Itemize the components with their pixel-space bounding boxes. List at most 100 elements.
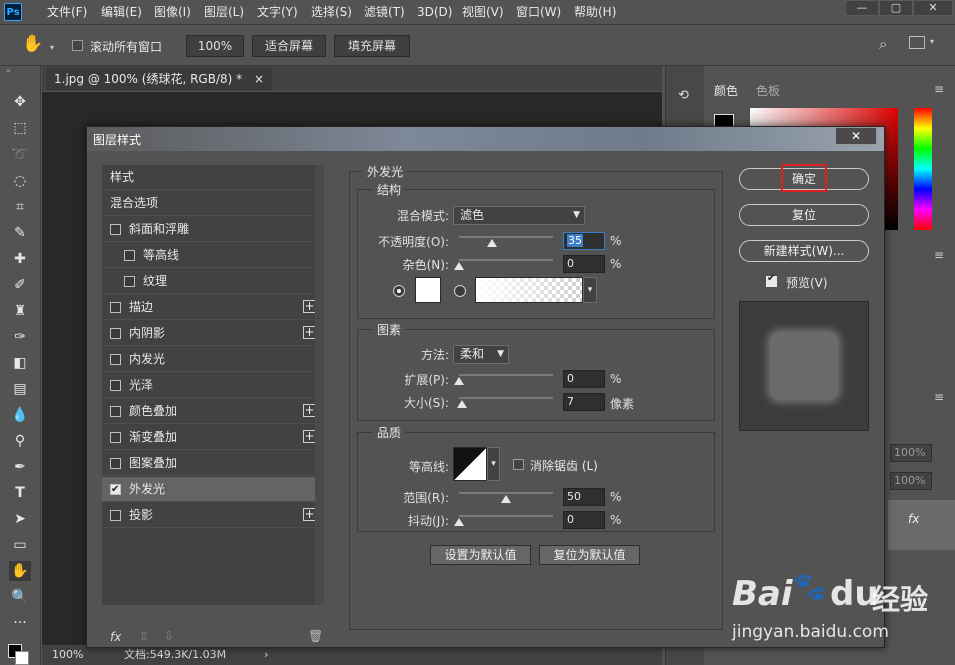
style-checkbox[interactable] — [110, 302, 121, 313]
style-checkbox[interactable] — [110, 224, 121, 235]
document-tab-close-icon[interactable]: × — [254, 72, 264, 86]
gradient-swatch[interactable] — [475, 277, 583, 303]
style-checkbox[interactable] — [110, 432, 121, 443]
blend-mode-select[interactable]: 滤色 ▼ — [453, 206, 585, 225]
style-list-item[interactable]: 混合选项 — [102, 191, 322, 216]
spread-input[interactable]: 0 — [563, 370, 605, 388]
gradient-radio[interactable] — [454, 285, 466, 297]
noise-slider[interactable] — [459, 259, 553, 261]
gradient-tool-icon[interactable]: ▤ — [9, 379, 31, 399]
style-checkbox[interactable] — [124, 276, 135, 287]
style-checkbox[interactable] — [110, 328, 121, 339]
move-up-icon[interactable]: ⇧ — [139, 629, 149, 643]
menu-view[interactable]: 视图(V) — [462, 4, 504, 20]
tool-preset-chevron-icon[interactable]: ▾ — [50, 43, 54, 52]
menu-type[interactable]: 文字(Y) — [257, 4, 298, 20]
stamp-tool-icon[interactable]: ♜ — [9, 301, 31, 321]
contour-chevron-icon[interactable]: ▾ — [487, 447, 500, 481]
add-effect-fx-icon[interactable]: fx — [110, 630, 121, 644]
menu-layer[interactable]: 图层(L) — [204, 4, 244, 20]
glow-color-swatch[interactable] — [415, 277, 441, 303]
history-panel-icon[interactable]: ⟲ — [678, 88, 689, 103]
zoom-100-button[interactable]: 100% — [186, 35, 244, 57]
opacity-input[interactable]: 35 — [563, 232, 605, 250]
style-checkbox[interactable] — [110, 458, 121, 469]
minimize-button[interactable]: — — [845, 0, 879, 16]
noise-slider-thumb[interactable] — [454, 262, 464, 270]
spread-slider-thumb[interactable] — [454, 377, 464, 385]
history-brush-tool-icon[interactable]: ✑ — [9, 327, 31, 347]
style-list-item[interactable]: 描边 + — [102, 295, 322, 320]
noise-input[interactable]: 0 — [563, 255, 605, 273]
style-list-scrollbar[interactable] — [315, 165, 324, 605]
style-list-item[interactable]: 外发光 — [102, 477, 322, 502]
menu-select[interactable]: 选择(S) — [311, 4, 352, 20]
rectangle-tool-icon[interactable]: ▭ — [9, 535, 31, 555]
layer-row-selected[interactable] — [888, 500, 955, 550]
style-checkbox[interactable] — [110, 380, 121, 391]
jitter-slider-thumb[interactable] — [454, 518, 464, 526]
zoom-tool-icon[interactable]: 🔍 — [9, 587, 31, 607]
reset-default-button[interactable]: 复位为默认值 — [539, 545, 640, 565]
style-checkbox[interactable] — [110, 510, 121, 521]
workspace-icon[interactable] — [909, 36, 925, 49]
preview-checkbox[interactable]: ✔ — [766, 273, 777, 287]
style-list-item[interactable]: 光泽 — [102, 373, 322, 398]
background-color-swatch[interactable] — [15, 651, 29, 665]
spread-slider[interactable] — [459, 374, 553, 376]
panel-menu-icon[interactable]: ≡ — [934, 82, 944, 96]
color-tab[interactable]: 颜色 — [714, 82, 738, 99]
menu-window[interactable]: 窗口(W) — [516, 4, 561, 20]
gradient-chevron-icon[interactable]: ▾ — [583, 277, 597, 303]
hand-tool-button-icon[interactable]: ✋ — [9, 561, 31, 581]
crop-tool-icon[interactable]: ⌗ — [9, 197, 31, 217]
search-icon[interactable]: ⌕ — [879, 35, 887, 53]
menu-file[interactable]: 文件(F) — [47, 4, 87, 20]
hue-slider[interactable] — [914, 108, 932, 230]
style-list-item[interactable]: 内阴影 + — [102, 321, 322, 346]
style-checkbox[interactable] — [110, 354, 121, 365]
dialog-titlebar[interactable]: 图层样式 ✕ — [87, 127, 884, 151]
dialog-close-button[interactable]: ✕ — [835, 127, 877, 145]
reset-button[interactable]: 复位 — [739, 204, 869, 226]
workspace-chevron-icon[interactable]: ▾ — [930, 37, 934, 46]
document-tab[interactable]: 1.jpg @ 100% (绣球花, RGB/8) * × — [46, 68, 273, 90]
path-select-tool-icon[interactable]: ➤ — [9, 509, 31, 529]
layers-opacity-field[interactable]: 100% — [890, 444, 932, 462]
style-checkbox[interactable] — [124, 250, 135, 261]
more-tools-icon[interactable]: ··· — [9, 613, 31, 633]
menu-filter[interactable]: 滤镜(T) — [364, 4, 405, 20]
range-slider-thumb[interactable] — [501, 495, 511, 503]
method-select[interactable]: 柔和 ▼ — [453, 345, 509, 364]
maximize-button[interactable]: ▢ — [879, 0, 913, 16]
swatches-tab[interactable]: 色板 — [756, 82, 780, 99]
brush-tool-icon[interactable]: ✐ — [9, 275, 31, 295]
new-style-button[interactable]: 新建样式(W)... — [739, 240, 869, 262]
panel-menu-icon-2[interactable]: ≡ — [934, 248, 944, 262]
style-list-item[interactable]: 样式 — [102, 165, 322, 190]
delete-effect-icon[interactable]: 🗑 — [308, 629, 323, 643]
status-chevron-icon[interactable]: › — [264, 645, 268, 665]
solid-color-radio[interactable] — [393, 285, 405, 297]
style-list-item[interactable]: 内发光 — [102, 347, 322, 372]
hand-tool-icon[interactable]: ✋ — [22, 34, 43, 54]
move-down-icon[interactable]: ⇩ — [164, 629, 174, 643]
collapse-arrows-icon[interactable]: » — [6, 66, 11, 75]
opacity-slider[interactable] — [459, 236, 553, 238]
jitter-input[interactable]: 0 — [563, 511, 605, 529]
style-list-item[interactable]: 图案叠加 — [102, 451, 322, 476]
menu-image[interactable]: 图像(I) — [154, 4, 191, 20]
lasso-tool-icon[interactable]: ➰ — [9, 145, 31, 165]
menu-3d[interactable]: 3D(D) — [417, 4, 452, 20]
menu-edit[interactable]: 编辑(E) — [101, 4, 142, 20]
style-list-item[interactable]: 投影 + — [102, 503, 322, 528]
window-close-button[interactable]: ✕ — [913, 0, 953, 16]
opacity-slider-thumb[interactable] — [486, 239, 497, 247]
marquee-tool-icon[interactable]: ⬚ — [9, 118, 31, 138]
dodge-tool-icon[interactable]: ⚲ — [9, 431, 31, 451]
move-tool-icon[interactable]: ✥ — [9, 92, 31, 112]
style-list-item[interactable]: 颜色叠加 + — [102, 399, 322, 424]
style-list-item[interactable]: 斜面和浮雕 — [102, 217, 322, 242]
antialias-checkbox[interactable] — [513, 459, 524, 470]
style-checkbox[interactable] — [110, 406, 121, 417]
